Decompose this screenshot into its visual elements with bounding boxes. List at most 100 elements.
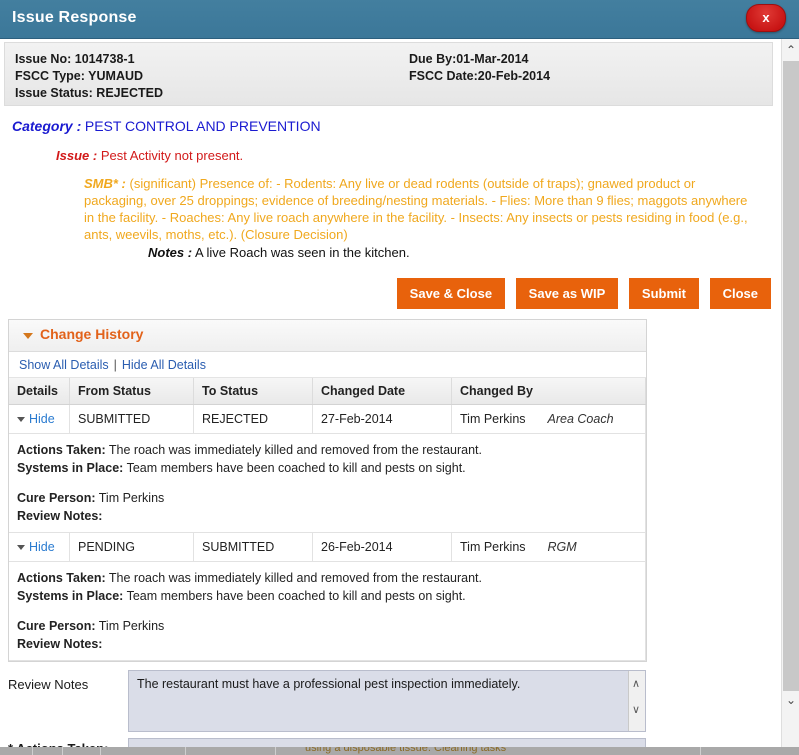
- changed-by-name: Tim Perkins: [460, 412, 526, 426]
- changed-by-role: RGM: [547, 540, 577, 554]
- collapse-triangle-icon[interactable]: [23, 333, 33, 339]
- category-value: PEST CONTROL AND PREVENTION: [84, 118, 321, 134]
- systems-in-place-line: Systems in Place: Team members have been…: [17, 459, 637, 477]
- row-changed-date: 26-Feb-2014: [312, 532, 452, 562]
- column-header-changed-date: Changed Date: [312, 378, 452, 405]
- cure-person-value: Tim Perkins: [98, 619, 165, 633]
- systems-in-place-label: Systems in Place:: [17, 589, 124, 603]
- background-page-strip: using a disposable tissue. Cleaning task…: [0, 747, 799, 755]
- save-and-close-button[interactable]: Save & Close: [396, 278, 506, 309]
- table-detail-row: Actions Taken: The roach was immediately…: [9, 561, 646, 661]
- scroll-down-arrow-icon[interactable]: ⌄: [782, 691, 799, 709]
- actions-taken-input[interactable]: [128, 738, 646, 747]
- change-history-panel: Change History Show All Details | Hide All…: [8, 319, 647, 662]
- actions-taken-row: * Actions Taken:: [0, 738, 781, 747]
- issue-detail-section: Category : PEST CONTROL AND PREVENTION I…: [0, 106, 781, 260]
- actions-taken-line: Actions Taken: The roach was immediately…: [17, 441, 637, 459]
- scrollbar-thumb[interactable]: [783, 61, 799, 691]
- row-to-status: SUBMITTED: [193, 532, 313, 562]
- action-button-bar: Save & Close Save as WIP Submit Close: [0, 278, 771, 309]
- modal-content: Issue No: 1014738-1 FSCC Type: YUMAUD Is…: [0, 39, 781, 747]
- hide-all-details-link[interactable]: Hide All Details: [122, 358, 206, 372]
- modal-vertical-scrollbar[interactable]: ⌃ ⌄: [781, 39, 799, 747]
- page-title: Issue Response: [12, 9, 137, 26]
- save-as-wip-button[interactable]: Save as WIP: [515, 278, 619, 309]
- fscc-type-value: YUMAUD: [88, 69, 144, 83]
- fscc-date-label: FSCC Date:: [409, 69, 478, 83]
- due-by-value: 01-Mar-2014: [456, 52, 529, 66]
- background-divider: [100, 747, 101, 755]
- modal-body: Issue No: 1014738-1 FSCC Type: YUMAUD Is…: [0, 39, 799, 747]
- close-icon[interactable]: x: [746, 4, 786, 32]
- row-to-status: REJECTED: [193, 404, 313, 434]
- category-row: Category : PEST CONTROL AND PREVENTION: [12, 118, 767, 134]
- change-history-header[interactable]: Change History: [9, 320, 646, 352]
- review-form: Review Notes The restaurant must have a …: [0, 668, 781, 747]
- review-notes-row: Review Notes The restaurant must have a …: [0, 668, 781, 736]
- issue-status-value: REJECTED: [96, 86, 163, 100]
- review-notes-input[interactable]: The restaurant must have a professional …: [128, 670, 646, 732]
- cure-person-label: Cure Person:: [17, 491, 96, 505]
- issue-no-row: Issue No: 1014738-1: [15, 51, 163, 68]
- row-changed-by: Tim Perkins Area Coach: [451, 404, 646, 434]
- review-notes-label: Review Notes: [8, 677, 89, 692]
- chevron-down-icon[interactable]: [17, 417, 25, 423]
- close-button[interactable]: Close: [709, 278, 771, 309]
- issue-value: Pest Activity not present.: [100, 148, 244, 163]
- column-header-changed-by: Changed By: [451, 378, 646, 405]
- chevron-up-icon[interactable]: ∧: [632, 679, 640, 690]
- background-divider: [32, 747, 33, 755]
- smb-label: SMB* :: [84, 176, 126, 191]
- issue-status-row: Issue Status: REJECTED: [15, 85, 163, 102]
- actions-taken-line: Actions Taken: The roach was immediately…: [17, 569, 637, 587]
- detail-review-notes-label: Review Notes:: [17, 637, 103, 651]
- hide-details-link[interactable]: Hide: [29, 540, 55, 554]
- row-details-cell[interactable]: Hide: [9, 404, 70, 434]
- hide-details-link[interactable]: Hide: [29, 412, 55, 426]
- row-from-status: PENDING: [69, 532, 194, 562]
- background-divider: [62, 747, 63, 755]
- background-page-text: using a disposable tissue. Cleaning task…: [305, 747, 507, 754]
- actions-taken-value: The roach was immediately killed and rem…: [108, 571, 483, 585]
- row-detail-panel: Actions Taken: The roach was immediately…: [9, 433, 646, 533]
- row-detail-panel: Actions Taken: The roach was immediately…: [9, 561, 646, 661]
- review-notes-line: Review Notes:: [17, 507, 637, 525]
- show-all-details-link[interactable]: Show All Details: [19, 358, 109, 372]
- table-header-row: Details From Status To Status Changed Da…: [9, 378, 646, 405]
- review-notes-input-value: The restaurant must have a professional …: [137, 677, 521, 691]
- scroll-up-arrow-icon[interactable]: ⌃: [782, 41, 799, 59]
- chevron-down-icon[interactable]: [17, 545, 25, 551]
- change-history-title: Change History: [40, 326, 144, 342]
- details-toggle-links: Show All Details | Hide All Details: [9, 352, 646, 378]
- table-row: Hide SUBMITTED REJECTED 27-Feb-2014 Tim …: [9, 404, 646, 434]
- detail-spacer: [17, 605, 637, 617]
- systems-in-place-line: Systems in Place: Team members have been…: [17, 587, 637, 605]
- issue-response-modal: Issue Response x Issue No: 1014738-1 FSC…: [0, 0, 799, 747]
- notes-value: A live Roach was seen in the kitchen.: [194, 245, 410, 260]
- row-changed-by: Tim Perkins RGM: [451, 532, 646, 562]
- cure-person-line: Cure Person: Tim Perkins: [17, 489, 637, 507]
- issue-no-value: 1014738-1: [74, 52, 135, 66]
- issue-no-label: Issue No:: [15, 52, 72, 66]
- actions-taken-label: Actions Taken:: [17, 571, 106, 585]
- notes-row: Notes : A live Roach was seen in the kit…: [148, 245, 767, 260]
- submit-button[interactable]: Submit: [628, 278, 699, 309]
- chevron-down-icon[interactable]: ∨: [632, 705, 640, 716]
- issue-label: Issue :: [56, 148, 98, 163]
- detail-spacer: [17, 477, 637, 489]
- category-label: Category :: [12, 118, 82, 134]
- issue-summary-right: Due By:01-Mar-2014 FSCC Date:20-Feb-2014: [409, 51, 550, 85]
- issue-status-label: Issue Status:: [15, 86, 93, 100]
- changed-by-role: Area Coach: [547, 412, 614, 426]
- review-notes-scrollbar[interactable]: ∧ ∨: [628, 671, 645, 731]
- fscc-type-row: FSCC Type: YUMAUD: [15, 68, 163, 85]
- cure-person-line: Cure Person: Tim Perkins: [17, 617, 637, 635]
- smb-value: (significant) Presence of: - Rodents: An…: [84, 176, 748, 242]
- column-header-from-status: From Status: [69, 378, 194, 405]
- row-changed-date: 27-Feb-2014: [312, 404, 452, 434]
- changed-by-name: Tim Perkins: [460, 540, 526, 554]
- background-divider: [700, 747, 701, 755]
- background-divider: [275, 747, 276, 755]
- row-details-cell[interactable]: Hide: [9, 532, 70, 562]
- modal-title-bar: Issue Response x: [0, 0, 799, 39]
